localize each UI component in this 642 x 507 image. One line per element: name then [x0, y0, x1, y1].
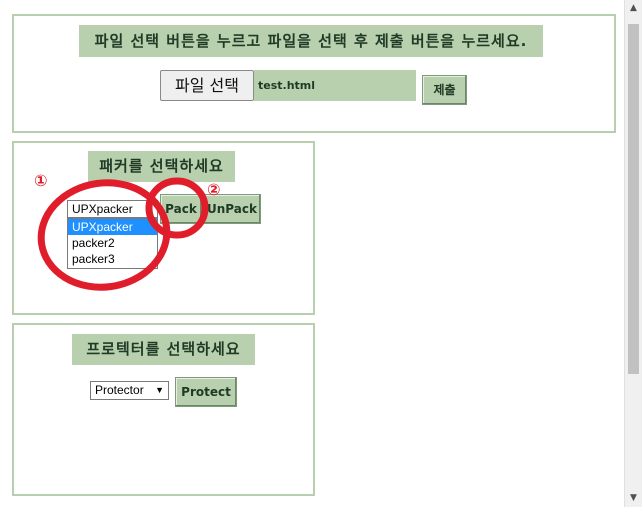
protector-heading: 프로텍터를 선택하세요: [72, 334, 255, 365]
protector-select[interactable]: Protector ▼: [90, 381, 169, 400]
file-select-button[interactable]: 파일 선택: [160, 70, 254, 101]
file-name-display: test.html: [254, 70, 416, 101]
upload-instruction: 파일 선택 버튼을 누르고 파일을 선택 후 제출 버튼을 누르세요.: [79, 25, 543, 57]
packer-option[interactable]: UPXpacker: [68, 219, 157, 235]
packer-heading: 패커를 선택하세요: [88, 151, 235, 182]
annotation-marker-2: ②: [207, 180, 221, 199]
submit-button[interactable]: 제출: [422, 75, 467, 105]
chevron-down-icon: ▼: [155, 385, 164, 395]
vertical-scrollbar[interactable]: ▲ ▼: [624, 0, 642, 507]
packer-option[interactable]: packer3: [68, 251, 157, 267]
annotation-marker-1: ①: [34, 171, 48, 190]
packer-dropdown-list: UPXpacker packer2 packer3: [67, 218, 158, 269]
pack-button[interactable]: Pack: [160, 194, 202, 224]
scroll-down-arrow-icon[interactable]: ▼: [625, 490, 642, 507]
scroll-up-arrow-icon[interactable]: ▲: [625, 0, 642, 17]
packer-select[interactable]: UPXpacker: [67, 200, 158, 218]
protector-select-value: Protector: [95, 383, 144, 397]
scroll-thumb[interactable]: [628, 24, 639, 374]
protect-button[interactable]: Protect: [175, 377, 237, 407]
packer-option[interactable]: packer2: [68, 235, 157, 251]
